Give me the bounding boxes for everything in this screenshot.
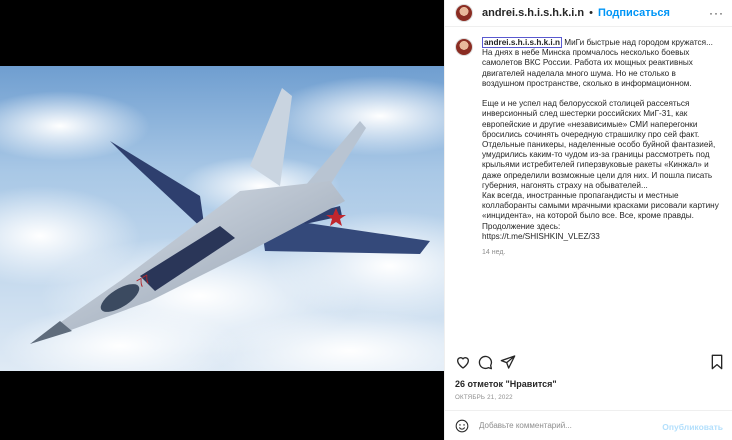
caption-username[interactable]: andrei.s.h.i.s.h.k.i.n: [482, 37, 562, 48]
comment-icon[interactable]: [477, 354, 493, 370]
caption-text: МиГи быстрые над городом кружатся... На …: [482, 38, 719, 241]
instagram-post-window: 77 andrei.s.h.i.s.h.k.i.n • Подписаться …: [0, 0, 732, 440]
avatar[interactable]: [455, 4, 473, 22]
caption-body: andrei.s.h.i.s.h.k.i.n МиГи быстрые над …: [482, 37, 720, 258]
action-bar: [455, 354, 725, 372]
more-options-icon[interactable]: ···: [709, 7, 724, 19]
heart-icon[interactable]: [455, 354, 471, 370]
bookmark-icon[interactable]: [709, 354, 725, 370]
post-caption: andrei.s.h.i.s.h.k.i.n МиГи быстрые над …: [455, 37, 723, 258]
comment-input[interactable]: [479, 421, 679, 430]
fighter-jet-photo: 77: [0, 66, 444, 371]
header-username[interactable]: andrei.s.h.i.s.h.k.i.n: [482, 7, 584, 19]
post-header: andrei.s.h.i.s.h.k.i.n • Подписаться ···: [445, 0, 732, 27]
post-image[interactable]: 77: [0, 0, 444, 440]
post-date: ОКТЯБРЬ 21, 2022: [455, 394, 513, 401]
share-icon[interactable]: [500, 354, 516, 370]
publish-button[interactable]: Опубликовать: [662, 422, 723, 432]
caption-time: 14 нед.: [482, 249, 506, 257]
caption-avatar[interactable]: [455, 38, 473, 56]
comment-bar: Опубликовать: [445, 410, 732, 440]
separator-dot: •: [589, 7, 593, 19]
follow-button[interactable]: Подписаться: [598, 7, 670, 19]
post-sidebar: andrei.s.h.i.s.h.k.i.n • Подписаться ···…: [444, 0, 732, 440]
emoji-icon[interactable]: [455, 419, 469, 433]
likes-count[interactable]: 26 отметок "Нравится": [455, 379, 557, 389]
